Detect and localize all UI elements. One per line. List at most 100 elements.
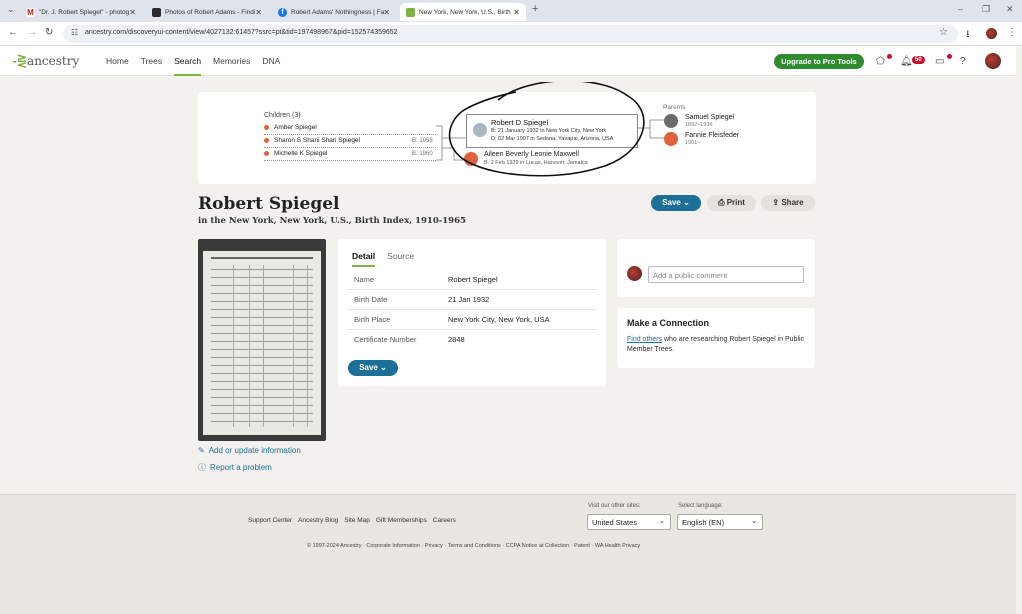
footer-link[interactable]: Gift Memberships bbox=[376, 517, 427, 524]
link-label: Add or update information bbox=[208, 446, 301, 455]
address-bar-row: ← → ↻ ☷ ancestry.com/discoveryui-content… bbox=[0, 22, 1022, 46]
ancestry-leaf-icon bbox=[406, 7, 415, 17]
back-icon[interactable]: ← bbox=[8, 27, 18, 38]
commenter-avatar bbox=[627, 266, 642, 281]
language-select[interactable]: English (EN) ⌄ bbox=[677, 514, 763, 530]
save-label: Save bbox=[662, 198, 681, 207]
profile-avatar[interactable] bbox=[986, 28, 997, 39]
notification-badge: 50 bbox=[912, 56, 925, 64]
female-dot-icon bbox=[264, 125, 269, 130]
record-title: Robert Spiegel bbox=[198, 194, 340, 214]
site-info-icon[interactable]: ☷ bbox=[71, 28, 78, 37]
new-tab-icon[interactable]: + bbox=[532, 3, 538, 15]
footer-links: Support Center Ancestry Blog Site Map Gi… bbox=[248, 517, 462, 524]
footer-link[interactable]: Careers bbox=[433, 517, 456, 524]
nav-trees[interactable]: Trees bbox=[141, 46, 162, 76]
tab-detail[interactable]: Detail bbox=[352, 251, 376, 267]
footer-link[interactable]: Support Center bbox=[248, 517, 292, 524]
download-icon[interactable]: ⭳ bbox=[966, 27, 970, 44]
logo-text: ancestry bbox=[27, 54, 80, 68]
connection-text: Find others who are researching Robert S… bbox=[627, 335, 809, 355]
user-avatar[interactable] bbox=[985, 53, 1001, 69]
hints-dot bbox=[887, 54, 892, 59]
browser-tab-4[interactable]: New York, New York, U.S., Birth ✕ bbox=[400, 3, 526, 21]
print-button[interactable]: ⎙ Print bbox=[707, 195, 756, 211]
child-name: Michelle K Spiegel bbox=[274, 150, 328, 157]
info-icon: ⓘ bbox=[198, 463, 206, 472]
chevron-down-icon: ⌄ bbox=[659, 518, 665, 525]
minimize-icon[interactable]: – bbox=[958, 4, 963, 14]
child-item[interactable]: Amber Spiegel bbox=[264, 124, 317, 131]
tab-title: Robert Adams' Nothingness | Fa bbox=[291, 8, 385, 16]
parent-name: Fannie Fleisfeder bbox=[685, 132, 740, 139]
print-icon: ⎙ bbox=[718, 198, 725, 207]
tab-title: Photos of Robert Adams - Findi bbox=[165, 8, 256, 16]
gmail-icon: M bbox=[26, 7, 35, 17]
field-label: Birth Date bbox=[354, 295, 388, 304]
menu-icon[interactable]: ⋮ bbox=[1007, 27, 1017, 38]
nav-home[interactable]: Home bbox=[106, 46, 129, 76]
hints-leaf-icon[interactable]: ⬠ bbox=[876, 56, 885, 67]
field-value: Robert Spiegel bbox=[448, 275, 498, 284]
browser-tab-2[interactable]: Photos of Robert Adams - Findi ✕ bbox=[146, 3, 268, 21]
close-icon[interactable]: ✕ bbox=[255, 8, 262, 17]
help-icon[interactable]: ? bbox=[960, 56, 966, 67]
tab-search-icon[interactable]: ⌄ bbox=[7, 4, 15, 15]
url-text: ancestry.com/discoveryui-content/view/40… bbox=[85, 29, 398, 36]
detail-row: Birth Date 21 Jan 1932 bbox=[348, 290, 596, 310]
browser-tab-3[interactable]: f Robert Adams' Nothingness | Fa ✕ bbox=[272, 3, 396, 21]
findagrave-icon bbox=[152, 7, 161, 17]
bookmark-star-icon[interactable]: ☆ bbox=[939, 27, 948, 38]
field-label: Certificate Number bbox=[354, 335, 417, 344]
record-image-thumbnail[interactable] bbox=[198, 239, 326, 441]
reload-icon[interactable]: ↻ bbox=[45, 27, 53, 38]
messages-icon[interactable]: ▭ bbox=[935, 56, 944, 67]
detail-save-button[interactable]: Save ⌄ bbox=[348, 360, 398, 376]
site-select[interactable]: United States ⌄ bbox=[587, 514, 671, 530]
comment-input[interactable]: Add a public comment bbox=[648, 266, 804, 283]
main-nav: Home Trees Search Memories DNA bbox=[106, 46, 292, 76]
add-update-link[interactable]: ✎ Add or update information bbox=[198, 446, 301, 455]
browser-tab-1[interactable]: M "Dr. J. Robert Spiegel" - photog ✕ bbox=[20, 3, 142, 21]
tab-title: New York, New York, U.S., Birth bbox=[419, 8, 511, 16]
forward-icon[interactable]: → bbox=[27, 27, 37, 38]
restore-icon[interactable]: ❐ bbox=[982, 4, 990, 15]
field-label: Name bbox=[354, 275, 375, 284]
link-label: Report a problem bbox=[210, 463, 272, 472]
record-subtitle: in the New York, New York, U.S., Birth I… bbox=[198, 216, 466, 226]
comment-card: Add a public comment bbox=[617, 239, 815, 297]
close-icon[interactable]: ✕ bbox=[513, 8, 520, 17]
copyright-text: © 1997-2024 Ancestry · Corporate Informa… bbox=[307, 543, 641, 549]
save-button[interactable]: Save ⌄ bbox=[651, 195, 701, 211]
share-label: Share bbox=[781, 198, 804, 207]
nav-memories[interactable]: Memories bbox=[213, 46, 250, 76]
tab-title: "Dr. J. Robert Spiegel" - photog bbox=[39, 8, 130, 16]
bell-icon[interactable]: 🔔︎ bbox=[900, 56, 913, 67]
footer-link[interactable]: Site Map bbox=[344, 517, 370, 524]
url-field[interactable]: ☷ ancestry.com/discoveryui-content/view/… bbox=[63, 25, 958, 43]
child-item[interactable]: Michelle K Spiegel B: 1960 bbox=[264, 150, 433, 157]
page-scrollbar[interactable] bbox=[1016, 46, 1022, 614]
sites-label: Visit our other sites: bbox=[588, 503, 641, 509]
find-others-link[interactable]: Find others bbox=[627, 336, 662, 343]
footer-link[interactable]: Ancestry Blog bbox=[298, 517, 338, 524]
share-button[interactable]: ⇪ Share bbox=[761, 195, 815, 211]
nav-dna[interactable]: DNA bbox=[262, 46, 280, 76]
facebook-icon: f bbox=[278, 7, 287, 17]
nav-search[interactable]: Search bbox=[174, 46, 202, 76]
close-icon[interactable]: ✕ bbox=[383, 8, 390, 17]
child-birth: B: 1960 bbox=[412, 150, 433, 157]
parent-years: 1901– bbox=[685, 140, 701, 146]
child-item[interactable]: Sharon S Sharii Shari Spiegel B: 1958 bbox=[264, 137, 433, 144]
report-problem-link[interactable]: ⓘ Report a problem bbox=[198, 462, 272, 473]
upgrade-button[interactable]: Upgrade to Pro Tools bbox=[774, 54, 864, 69]
field-label: Birth Place bbox=[354, 315, 391, 324]
tab-source[interactable]: Source bbox=[387, 251, 414, 267]
hand-drawn-circle-annotation bbox=[448, 82, 645, 177]
document-page bbox=[203, 251, 321, 435]
ancestry-logo[interactable]: -⋛ancestry bbox=[12, 54, 79, 68]
close-icon[interactable]: ✕ bbox=[129, 8, 136, 17]
window-close-icon[interactable]: ✕ bbox=[1006, 4, 1014, 15]
chevron-down-icon: ⌄ bbox=[683, 198, 690, 207]
language-label: Select language: bbox=[678, 503, 723, 509]
